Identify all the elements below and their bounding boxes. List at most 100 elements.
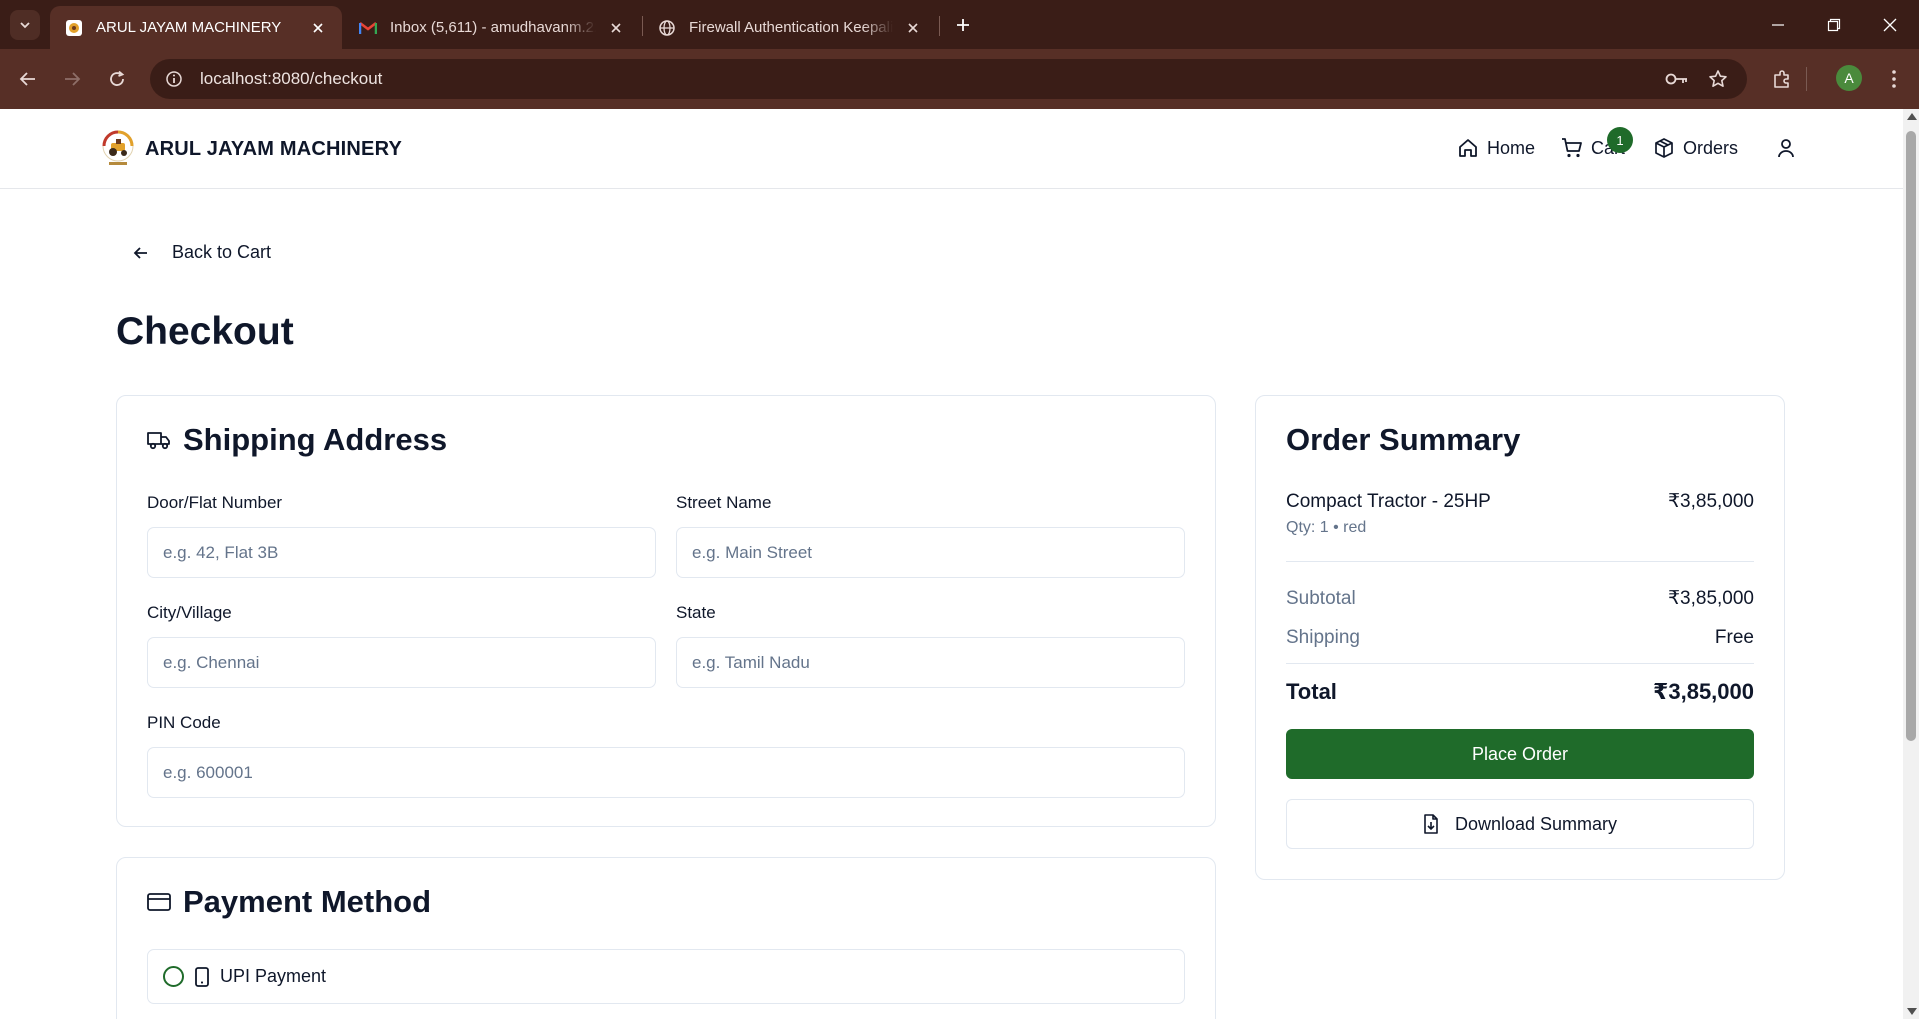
state-input[interactable] — [676, 637, 1185, 688]
close-icon[interactable] — [606, 18, 626, 38]
more-vertical-icon — [1892, 70, 1896, 88]
restore-icon — [1827, 18, 1841, 32]
city-input[interactable] — [147, 637, 656, 688]
tab-gmail-inbox[interactable]: Inbox (5,611) - amudhavanm.22 — [344, 6, 640, 49]
tab-arul-jayam[interactable]: ARUL JAYAM MACHINERY — [50, 6, 342, 49]
nav-home[interactable]: Home — [1457, 137, 1535, 159]
scroll-thumb[interactable] — [1906, 131, 1916, 741]
subtotal-value: ₹3,85,000 — [1667, 588, 1754, 609]
summary-item-price: ₹3,85,000 — [1667, 491, 1754, 512]
pin-code-label: PIN Code — [147, 713, 221, 732]
tab-firewall-auth[interactable]: Firewall Authentication Keepaliv — [643, 6, 937, 49]
tab-separator — [939, 16, 940, 36]
arrow-left-icon — [19, 72, 35, 86]
page-title: Checkout — [116, 310, 294, 353]
chevron-down-icon — [20, 22, 30, 29]
brand-logo-icon — [102, 130, 134, 165]
close-icon — [1883, 18, 1897, 32]
subtotal-label: Subtotal — [1286, 588, 1356, 609]
tab-title: Firewall Authentication Keepaliv — [689, 19, 893, 36]
smartphone-icon — [195, 966, 209, 987]
address-bar[interactable]: localhost:8080/checkout — [150, 59, 1747, 99]
page-scrollbar[interactable] — [1903, 109, 1919, 1019]
bookmark-star-icon[interactable] — [1706, 67, 1730, 91]
street-name-label: Street Name — [676, 493, 772, 512]
order-summary-title: Order Summary — [1286, 422, 1521, 457]
plus-icon — [957, 19, 969, 31]
place-order-button[interactable]: Place Order — [1286, 729, 1754, 779]
brand-logo[interactable] — [101, 129, 135, 167]
forward-button[interactable] — [58, 65, 86, 93]
close-icon[interactable] — [903, 18, 923, 38]
cart-count-badge: 1 — [1607, 127, 1633, 153]
minimize-button[interactable] — [1765, 12, 1791, 38]
subtotal-row: Subtotal ₹3,85,000 — [1286, 587, 1754, 610]
package-icon — [1655, 138, 1673, 158]
total-row: Total ₹3,85,000 — [1286, 679, 1754, 705]
back-to-cart-label: Back to Cart — [172, 242, 272, 262]
door-number-input[interactable] — [147, 527, 656, 578]
puzzle-icon — [1774, 70, 1789, 88]
close-window-button[interactable] — [1877, 12, 1903, 38]
summary-divider — [1286, 561, 1754, 562]
tab-search-button[interactable] — [10, 10, 40, 40]
reload-icon — [110, 70, 125, 86]
payment-method-title: Payment Method — [147, 884, 431, 920]
new-tab-button[interactable] — [950, 12, 976, 38]
browser-menu-button[interactable] — [1880, 65, 1908, 93]
extensions-button[interactable] — [1768, 65, 1796, 93]
minimize-icon — [1772, 24, 1784, 26]
summary-divider — [1286, 663, 1754, 664]
total-label: Total — [1286, 679, 1337, 704]
truck-icon — [147, 432, 170, 450]
tab-title: Inbox (5,611) - amudhavanm.22 — [390, 19, 596, 36]
download-summary-button[interactable]: Download Summary — [1286, 799, 1754, 849]
scroll-down-arrow[interactable] — [1907, 1008, 1917, 1015]
payment-method-title-text: Payment Method — [183, 884, 432, 919]
site-logo-icon — [64, 18, 84, 38]
nav-account[interactable] — [1775, 137, 1805, 159]
gmail-icon — [358, 18, 378, 38]
shipping-row: Shipping Free — [1286, 627, 1754, 649]
toolbar-separator — [1806, 67, 1807, 91]
nav-orders-label: Orders — [1683, 137, 1739, 158]
download-summary-label: Download Summary — [1454, 813, 1618, 834]
site-info-icon[interactable] — [162, 67, 186, 91]
cart-icon — [1562, 138, 1582, 158]
total-value: ₹3,85,000 — [1653, 679, 1754, 704]
password-key-icon[interactable] — [1665, 67, 1689, 91]
summary-item-meta: Qty: 1 • red — [1286, 519, 1367, 536]
url-text: localhost:8080/checkout — [200, 69, 383, 88]
restore-button[interactable] — [1821, 12, 1847, 38]
tab-title: ARUL JAYAM MACHINERY — [96, 19, 282, 36]
profile-avatar[interactable]: A — [1836, 65, 1862, 91]
city-label: City/Village — [147, 603, 232, 622]
user-icon — [1778, 139, 1794, 158]
globe-icon — [657, 18, 677, 38]
state-label: State — [676, 603, 716, 622]
nav-orders[interactable]: Orders — [1653, 137, 1738, 159]
shipping-address-title: Shipping Address — [147, 422, 447, 458]
pin-code-input[interactable] — [147, 747, 1185, 798]
close-icon[interactable] — [308, 18, 328, 38]
home-icon — [1459, 139, 1477, 157]
summary-item-row: Compact Tractor - 25HP ₹3,85,000 — [1286, 490, 1754, 513]
shipping-value: Free — [1714, 627, 1754, 648]
back-to-cart-link[interactable]: Back to Cart — [132, 242, 271, 263]
reload-button[interactable] — [103, 65, 131, 93]
nav-home-label: Home — [1487, 137, 1536, 158]
shipping-label: Shipping — [1286, 627, 1360, 648]
street-name-input[interactable] — [676, 527, 1185, 578]
shipping-address-title-text: Shipping Address — [183, 422, 448, 457]
arrow-left-icon — [133, 246, 147, 259]
scroll-up-arrow[interactable] — [1907, 113, 1917, 120]
payment-option-upi[interactable]: UPI Payment — [147, 949, 1185, 1004]
credit-card-icon — [147, 893, 171, 911]
browser-toolbar: localhost:8080/checkout A — [0, 49, 1919, 109]
arrow-right-icon — [65, 72, 81, 86]
upi-label: UPI Payment — [220, 966, 327, 986]
brand-name[interactable]: ARUL JAYAM MACHINERY — [145, 138, 402, 161]
upi-radio[interactable] — [163, 966, 184, 987]
summary-item-name: Compact Tractor - 25HP — [1286, 491, 1491, 512]
back-button[interactable] — [14, 65, 42, 93]
